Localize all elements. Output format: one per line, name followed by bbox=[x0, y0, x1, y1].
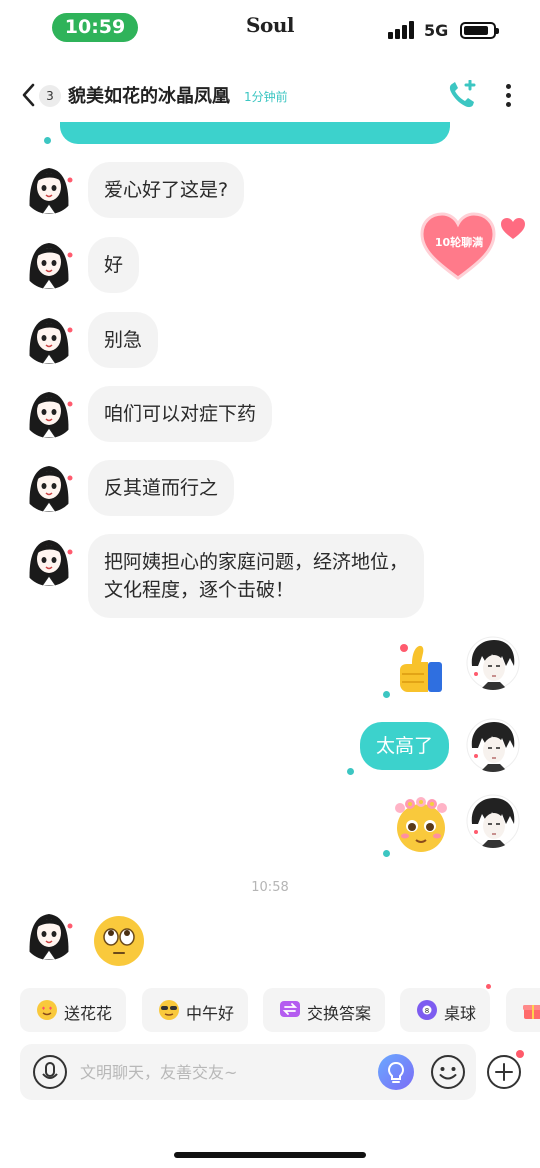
quick-reply-chip[interactable]: 交换答案 bbox=[263, 988, 385, 1032]
contact-avatar[interactable] bbox=[22, 310, 76, 364]
avatar-illustration bbox=[22, 532, 76, 586]
unread-badge: 3 bbox=[39, 85, 61, 107]
incoming-message[interactable]: 爱心好了这是? bbox=[88, 162, 245, 218]
back-button[interactable]: 3 bbox=[20, 78, 66, 112]
message-timestamp: 10:58 bbox=[251, 880, 289, 895]
heart-eyes-emoji-icon bbox=[37, 1000, 57, 1020]
status-bar: 10:59 Soul 5G bbox=[0, 0, 540, 56]
new-indicator-dot bbox=[516, 1050, 524, 1058]
avatar-illustration bbox=[466, 636, 520, 690]
message-line: 把阿姨担心的家庭问题，经济地位， bbox=[104, 551, 409, 573]
message-composer bbox=[20, 1044, 476, 1100]
streak-label: 10轮聊满 bbox=[434, 236, 484, 249]
contact-avatar[interactable] bbox=[22, 532, 76, 586]
avatar-illustration bbox=[22, 160, 76, 214]
rolling-eyes-emoji-icon[interactable] bbox=[92, 914, 146, 968]
sent-status-dot bbox=[383, 850, 390, 857]
quick-reply-chip[interactable]: 中午好 bbox=[142, 988, 248, 1032]
like-heart-icon[interactable] bbox=[500, 217, 526, 241]
thumbs-up-icon[interactable] bbox=[394, 640, 448, 696]
voice-input-icon[interactable] bbox=[32, 1054, 68, 1090]
chip-label: 桌球 bbox=[444, 1004, 477, 1023]
quick-reply-chip[interactable]: 送花花 bbox=[20, 988, 126, 1032]
avatar-illustration bbox=[22, 310, 76, 364]
avatar-illustration bbox=[22, 906, 76, 960]
incoming-message[interactable]: 别急 bbox=[88, 312, 159, 368]
billiard-ball-icon: 8 bbox=[417, 1000, 437, 1020]
more-vertical-icon[interactable] bbox=[498, 80, 518, 110]
my-avatar[interactable] bbox=[466, 794, 520, 848]
contact-avatar[interactable] bbox=[22, 458, 76, 512]
sent-status-dot bbox=[347, 768, 354, 775]
lightbulb-icon bbox=[387, 1061, 405, 1083]
contact-avatar[interactable] bbox=[22, 235, 76, 289]
chat-header: 3 貌美如花的冰晶凤凰 1分钟前 bbox=[0, 72, 540, 118]
flower-crown-emoji-icon[interactable] bbox=[392, 796, 450, 854]
network-type: 5G bbox=[424, 21, 449, 40]
contact-avatar[interactable] bbox=[22, 906, 76, 960]
avatar-illustration bbox=[466, 794, 520, 848]
previous-message-bubble bbox=[60, 122, 450, 144]
incoming-message[interactable]: 反其道而行之 bbox=[88, 460, 235, 516]
my-avatar[interactable] bbox=[466, 718, 520, 772]
chip-label: 交换答案 bbox=[307, 1004, 372, 1023]
avatar-illustration bbox=[22, 458, 76, 512]
outgoing-message[interactable]: 太高了 bbox=[360, 722, 450, 770]
ai-assistant-button[interactable] bbox=[378, 1054, 414, 1090]
chevron-left-icon bbox=[22, 83, 35, 107]
avatar-illustration bbox=[22, 384, 76, 438]
battery-icon bbox=[460, 22, 499, 39]
carrier-label: Soul bbox=[246, 13, 294, 37]
emoji-icon[interactable] bbox=[430, 1054, 466, 1090]
incoming-message[interactable]: 咱们可以对症下药 bbox=[88, 386, 273, 442]
sunglasses-emoji-icon bbox=[159, 1000, 179, 1020]
sent-status-dot bbox=[383, 691, 390, 698]
message-input[interactable] bbox=[80, 1058, 380, 1086]
status-time: 10:59 bbox=[52, 13, 138, 42]
quick-reply-chip[interactable] bbox=[506, 988, 540, 1032]
chip-label: 中午好 bbox=[186, 1004, 235, 1023]
svg-text:8: 8 bbox=[425, 1007, 429, 1015]
message-line: 文化程度，逐个击破！ bbox=[104, 579, 295, 601]
phone-video-icon[interactable] bbox=[446, 80, 480, 110]
quick-reply-chip[interactable]: 8 桌球 bbox=[400, 988, 490, 1032]
incoming-message[interactable]: 把阿姨担心的家庭问题，经济地位， 文化程度，逐个击破！ bbox=[88, 534, 425, 618]
plus-icon[interactable] bbox=[486, 1054, 522, 1090]
my-avatar[interactable] bbox=[466, 636, 520, 690]
signal-icon bbox=[388, 21, 418, 39]
chat-streak-badge[interactable]: 10轮聊满 bbox=[418, 210, 498, 282]
sent-status-dot bbox=[44, 137, 51, 144]
home-indicator bbox=[174, 1152, 366, 1158]
incoming-message[interactable]: 好 bbox=[88, 237, 140, 293]
chip-label: 送花花 bbox=[64, 1004, 113, 1023]
chat-title[interactable]: 貌美如花的冰晶凤凰 bbox=[68, 82, 230, 108]
contact-avatar[interactable] bbox=[22, 160, 76, 214]
gift-icon bbox=[523, 1005, 540, 1019]
avatar-illustration bbox=[22, 235, 76, 289]
contact-avatar[interactable] bbox=[22, 384, 76, 438]
avatar-illustration bbox=[466, 718, 520, 772]
exchange-icon bbox=[280, 1001, 300, 1017]
quick-reply-bar: 送花花 中午好 交换答案 8 桌球 bbox=[20, 988, 540, 1034]
last-seen-status: 1分钟前 bbox=[244, 90, 288, 104]
